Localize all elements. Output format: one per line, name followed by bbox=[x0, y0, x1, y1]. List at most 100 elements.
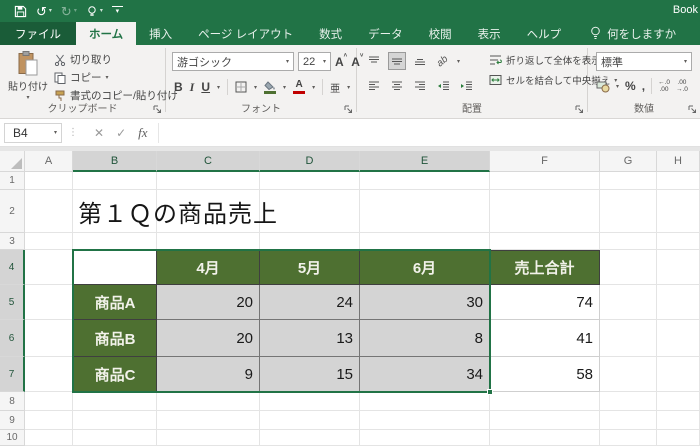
clipboard-dialog-launcher[interactable] bbox=[153, 105, 162, 114]
increase-indent-button[interactable] bbox=[457, 77, 475, 95]
cell-C4[interactable]: 4月 bbox=[157, 250, 260, 285]
decrease-decimal-button[interactable]: .00 →.0 bbox=[676, 79, 688, 93]
cell-E1[interactable] bbox=[360, 172, 490, 190]
cell-D6[interactable]: 13 bbox=[260, 320, 360, 357]
cell-D10[interactable] bbox=[260, 430, 360, 446]
row-header-6[interactable]: 6 bbox=[0, 320, 25, 357]
cell-D5[interactable]: 24 bbox=[260, 285, 360, 320]
column-header-G[interactable]: G bbox=[600, 151, 657, 172]
touch-mode-button[interactable]: ▾ bbox=[86, 5, 103, 17]
cell-D1[interactable] bbox=[260, 172, 360, 190]
cell-B7[interactable]: 商品C bbox=[73, 357, 157, 392]
align-top-button[interactable] bbox=[365, 52, 383, 70]
row-header-8[interactable]: 8 bbox=[0, 392, 25, 411]
orientation-dropdown[interactable]: ▾ bbox=[457, 58, 460, 65]
align-middle-button[interactable] bbox=[388, 52, 406, 70]
cell-H9[interactable] bbox=[657, 411, 700, 430]
cell-D4[interactable]: 5月 bbox=[260, 250, 360, 285]
insert-function-button[interactable]: fx bbox=[138, 125, 147, 141]
cell-B10[interactable] bbox=[73, 430, 157, 446]
tab-ホーム[interactable]: ホーム bbox=[76, 22, 137, 45]
cell-F5[interactable]: 74 bbox=[490, 285, 600, 320]
phonetic-dropdown[interactable]: ▾ bbox=[347, 84, 350, 91]
cell-F10[interactable] bbox=[490, 430, 600, 446]
fill-handle[interactable] bbox=[487, 389, 493, 395]
cell-E9[interactable] bbox=[360, 411, 490, 430]
cell-H7[interactable] bbox=[657, 357, 700, 392]
undo-button[interactable]: ↺ ▾ bbox=[36, 5, 52, 18]
currency-button[interactable] bbox=[596, 80, 610, 93]
cell-A1[interactable] bbox=[25, 172, 73, 190]
cell-G2[interactable] bbox=[600, 190, 657, 233]
underline-button[interactable]: U bbox=[201, 80, 210, 94]
cell-B5[interactable]: 商品A bbox=[73, 285, 157, 320]
cell-B6[interactable]: 商品B bbox=[73, 320, 157, 357]
currency-dropdown[interactable]: ▾ bbox=[616, 83, 619, 90]
borders-dropdown[interactable]: ▾ bbox=[254, 84, 257, 91]
cell-G5[interactable] bbox=[600, 285, 657, 320]
save-button[interactable] bbox=[14, 5, 27, 18]
cell-H8[interactable] bbox=[657, 392, 700, 411]
cell-G1[interactable] bbox=[600, 172, 657, 190]
cell-E4[interactable]: 6月 bbox=[360, 250, 490, 285]
tab-ページ レイアウト[interactable]: ページ レイアウト bbox=[185, 22, 306, 45]
tab-校閲[interactable]: 校閲 bbox=[416, 22, 465, 45]
alignment-dialog-launcher[interactable] bbox=[575, 105, 584, 114]
redo-button[interactable]: ↻ ▾ bbox=[61, 5, 77, 18]
font-color-button[interactable]: A bbox=[293, 80, 306, 94]
row-header-2[interactable]: 2 bbox=[0, 190, 25, 233]
cell-F6[interactable]: 41 bbox=[490, 320, 600, 357]
cell-C10[interactable] bbox=[157, 430, 260, 446]
cell-A5[interactable] bbox=[25, 285, 73, 320]
row-header-4[interactable]: 4 bbox=[0, 250, 25, 285]
cell-G4[interactable] bbox=[600, 250, 657, 285]
customize-qat-button[interactable]: ▾ bbox=[111, 6, 123, 16]
align-center-button[interactable] bbox=[388, 77, 406, 95]
cell-F9[interactable] bbox=[490, 411, 600, 430]
cut-button[interactable]: 切り取り bbox=[54, 52, 178, 67]
column-header-E[interactable]: E bbox=[360, 151, 490, 172]
cell-F2[interactable] bbox=[490, 190, 600, 233]
comma-style-button[interactable]: , bbox=[642, 79, 645, 93]
cell-C8[interactable] bbox=[157, 392, 260, 411]
tab-挿入[interactable]: 挿入 bbox=[136, 22, 185, 45]
decrease-indent-button[interactable] bbox=[434, 77, 452, 95]
column-header-D[interactable]: D bbox=[260, 151, 360, 172]
align-left-button[interactable] bbox=[365, 77, 383, 95]
enter-button[interactable]: ✓ bbox=[116, 126, 126, 140]
font-dialog-launcher[interactable] bbox=[344, 105, 353, 114]
copy-button[interactable]: コピー ▾ bbox=[54, 70, 178, 85]
orientation-button[interactable]: ab bbox=[434, 52, 452, 70]
cell-E6[interactable]: 8 bbox=[360, 320, 490, 357]
column-header-B[interactable]: B bbox=[73, 151, 157, 172]
cell-C1[interactable] bbox=[157, 172, 260, 190]
tab-データ[interactable]: データ bbox=[355, 22, 416, 45]
underline-dropdown[interactable]: ▾ bbox=[217, 84, 220, 91]
sheet-title-text[interactable]: 第１Ｑの商品売上 bbox=[78, 190, 278, 233]
select-all-button[interactable] bbox=[0, 151, 25, 172]
cell-A6[interactable] bbox=[25, 320, 73, 357]
percent-style-button[interactable]: % bbox=[625, 79, 636, 93]
cell-A8[interactable] bbox=[25, 392, 73, 411]
cell-H3[interactable] bbox=[657, 233, 700, 250]
cell-H1[interactable] bbox=[657, 172, 700, 190]
cell-G9[interactable] bbox=[600, 411, 657, 430]
cell-D7[interactable]: 15 bbox=[260, 357, 360, 392]
cell-G8[interactable] bbox=[600, 392, 657, 411]
cell-H10[interactable] bbox=[657, 430, 700, 446]
cell-C9[interactable] bbox=[157, 411, 260, 430]
cell-C7[interactable]: 9 bbox=[157, 357, 260, 392]
cell-E5[interactable]: 30 bbox=[360, 285, 490, 320]
font-name-select[interactable]: 游ゴシック ▾ bbox=[172, 52, 294, 71]
cell-G6[interactable] bbox=[600, 320, 657, 357]
cell-E7[interactable]: 34 bbox=[360, 357, 490, 392]
row-header-7[interactable]: 7 bbox=[0, 357, 25, 392]
cell-G3[interactable] bbox=[600, 233, 657, 250]
cell-B4[interactable] bbox=[73, 250, 157, 285]
cell-B1[interactable] bbox=[73, 172, 157, 190]
cell-G10[interactable] bbox=[600, 430, 657, 446]
cell-F3[interactable] bbox=[490, 233, 600, 250]
row-header-3[interactable]: 3 bbox=[0, 233, 25, 250]
cell-C5[interactable]: 20 bbox=[157, 285, 260, 320]
cell-B3[interactable] bbox=[73, 233, 157, 250]
